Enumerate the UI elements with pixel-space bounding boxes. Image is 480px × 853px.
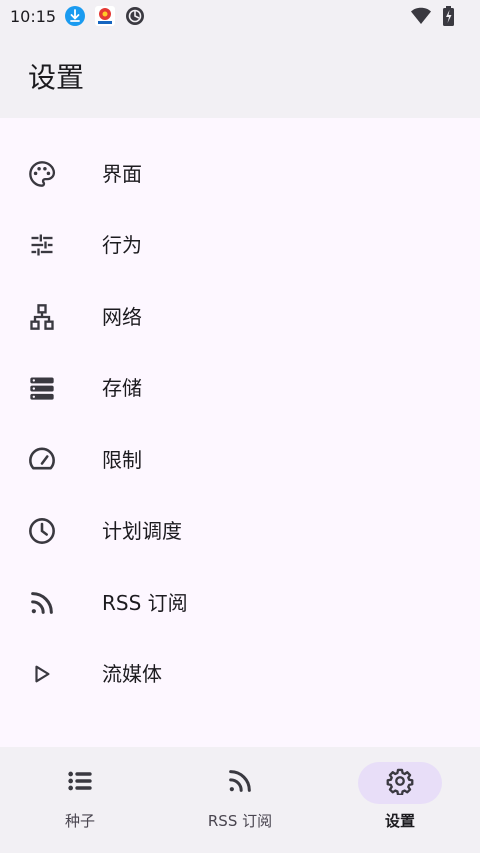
settings-item-network[interactable]: 网络 xyxy=(0,282,480,353)
nav-indicator xyxy=(198,762,282,804)
nav-item-torrents[interactable]: 种子 xyxy=(0,747,160,853)
settings-item-label: 限制 xyxy=(102,448,142,472)
storage-icon xyxy=(27,373,57,403)
speedometer-icon xyxy=(27,445,57,475)
nav-indicator xyxy=(38,762,122,804)
settings-item-behavior[interactable]: 行为 xyxy=(0,210,480,281)
clock-icon xyxy=(27,516,57,546)
page-title: 设置 xyxy=(28,61,85,94)
sync-icon xyxy=(124,5,146,27)
status-bar: 10:15 xyxy=(0,0,480,32)
wifi-icon xyxy=(411,7,431,29)
app-notification-icon xyxy=(94,5,116,27)
gear-icon xyxy=(386,767,414,799)
play-icon xyxy=(27,659,57,689)
rss-icon xyxy=(226,767,254,799)
status-time: 10:15 xyxy=(10,6,57,26)
list-icon xyxy=(66,767,94,799)
bottom-navigation: 种子 RSS 订阅 设置 xyxy=(0,747,480,853)
network-icon xyxy=(27,302,57,332)
settings-list: 界面 行为 网络 存储 限制 计划调度 RSS 订阅 流媒体 xyxy=(0,118,480,747)
nav-indicator xyxy=(358,762,442,804)
rss-icon xyxy=(27,588,57,618)
settings-item-streaming[interactable]: 流媒体 xyxy=(0,639,480,710)
settings-item-label: 网络 xyxy=(102,305,142,329)
settings-item-label: 流媒体 xyxy=(102,662,162,686)
settings-item-label: 界面 xyxy=(102,162,142,186)
settings-item-limits[interactable]: 限制 xyxy=(0,425,480,496)
settings-item-label: RSS 订阅 xyxy=(102,591,188,615)
top-app-bar: 设置 xyxy=(0,32,480,118)
settings-item-rss[interactable]: RSS 订阅 xyxy=(0,568,480,639)
battery-charging-icon xyxy=(443,6,454,30)
nav-item-settings[interactable]: 设置 xyxy=(320,747,480,853)
nav-item-rss[interactable]: RSS 订阅 xyxy=(160,747,320,853)
settings-item-storage[interactable]: 存储 xyxy=(0,353,480,424)
settings-item-label: 行为 xyxy=(102,233,142,257)
nav-label: RSS 订阅 xyxy=(207,812,273,830)
settings-item-scheduling[interactable]: 计划调度 xyxy=(0,496,480,567)
nav-label: 设置 xyxy=(384,812,415,830)
settings-item-interface[interactable]: 界面 xyxy=(0,139,480,210)
settings-item-label: 计划调度 xyxy=(102,519,182,543)
settings-item-label: 存储 xyxy=(102,376,142,400)
sliders-icon xyxy=(27,230,57,260)
palette-icon xyxy=(27,159,57,189)
download-icon xyxy=(64,5,86,27)
nav-label: 种子 xyxy=(64,812,95,830)
